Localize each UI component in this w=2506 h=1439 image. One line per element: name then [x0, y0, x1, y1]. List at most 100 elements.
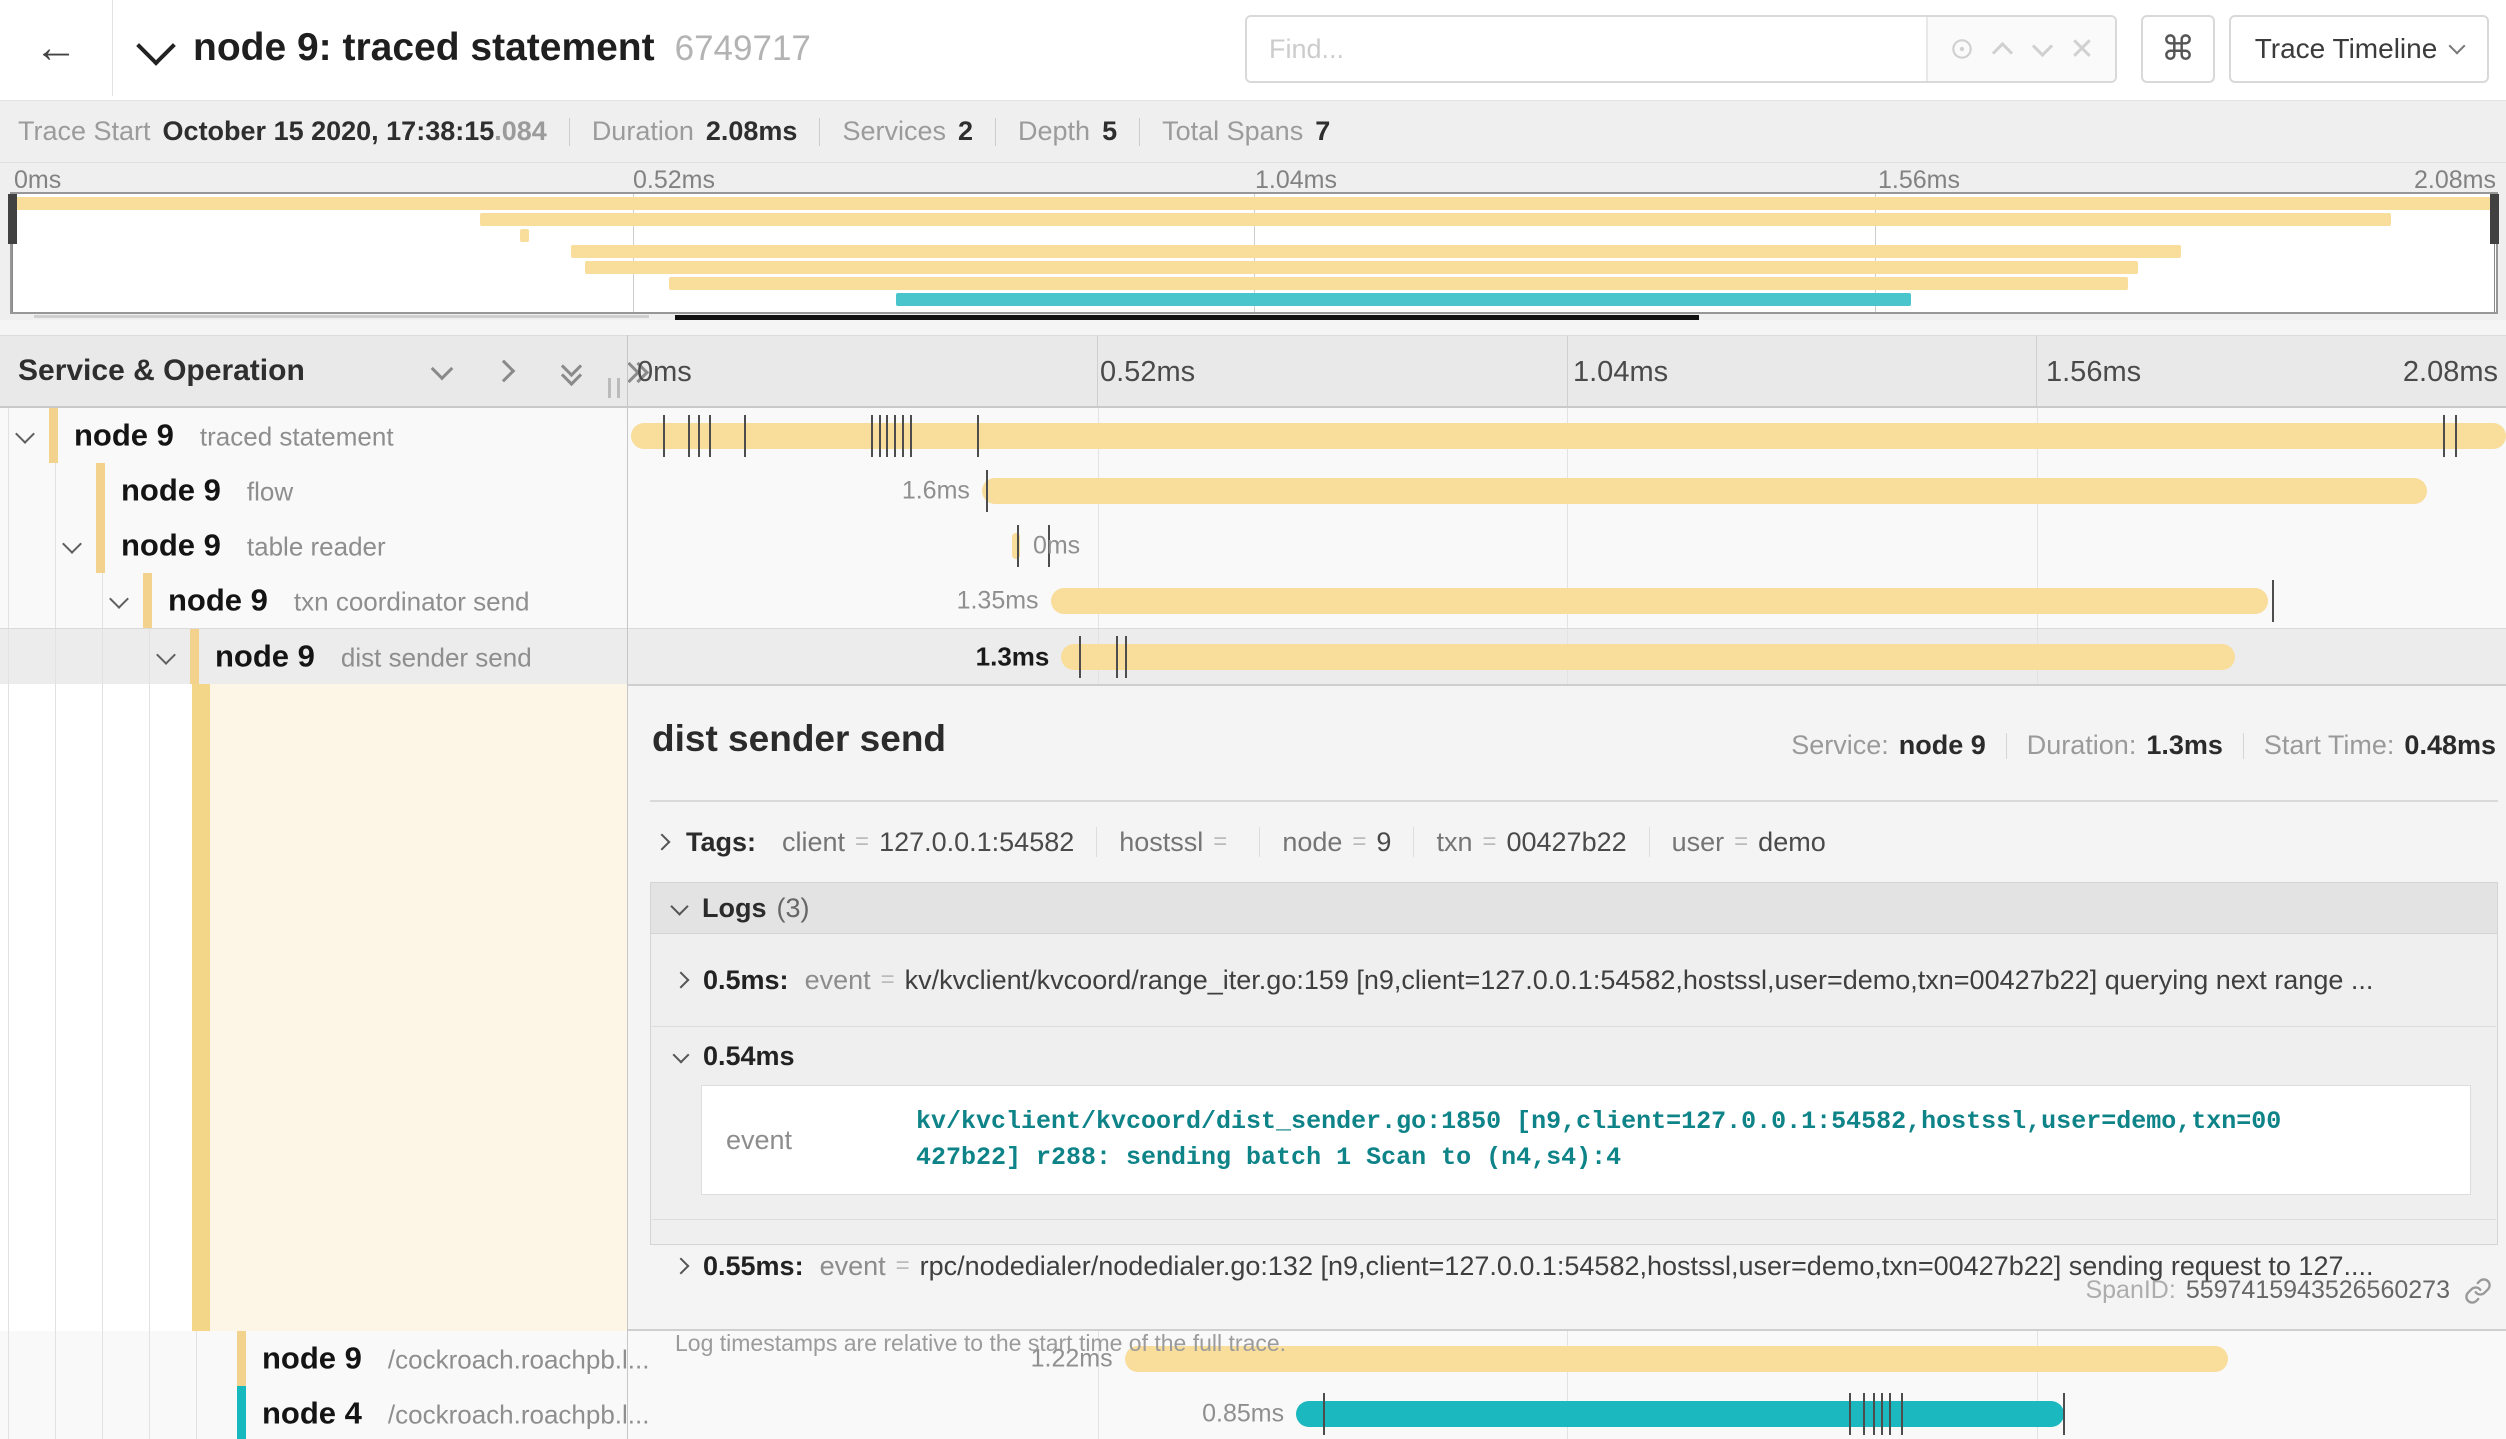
find-input[interactable] — [1247, 17, 1926, 81]
span-tree-cell[interactable]: node 9traced statement — [0, 408, 627, 463]
minimap-canvas[interactable] — [10, 192, 2498, 314]
span-tree-cell[interactable]: node 9table reader — [0, 518, 627, 573]
tag-item[interactable]: user=demo — [1672, 827, 1826, 858]
span-row[interactable]: node 9traced statement — [0, 408, 2506, 463]
span-tree-cell[interactable]: node 9/cockroach.roachpb.l... — [0, 1331, 627, 1386]
target-icon[interactable] — [1942, 29, 1982, 69]
span-expander-icon[interactable] — [62, 534, 82, 554]
trace-start-label: Trace Start — [18, 116, 151, 147]
span-timeline-cell[interactable]: 1.3ms — [628, 629, 2506, 685]
log-entry-row[interactable]: 0.54ms — [651, 1027, 2497, 1085]
log-timestamp: 0.55ms: — [703, 1251, 804, 1282]
span-log-tick — [1116, 636, 1118, 678]
log-expander-icon[interactable] — [673, 1258, 690, 1275]
minimap-scrubber-right[interactable] — [2494, 194, 2495, 312]
indent-guide — [55, 1331, 56, 1386]
tag-item[interactable]: node=9 — [1282, 827, 1391, 858]
tags-row[interactable]: Tags: client=127.0.0.1:54582hostssl=node… — [652, 818, 2496, 866]
minimap-span-bar — [585, 261, 2138, 274]
minimap-axis-tick: 1.04ms — [1255, 166, 1337, 195]
log-entry-expanded: 0.54mseventkv/kvclient/kvcoord/dist_send… — [651, 1027, 2497, 1195]
tag-item[interactable]: client=127.0.0.1:54582 — [782, 827, 1074, 858]
minimap-axis-tick: 2.08ms — [2414, 166, 2496, 195]
log-expander-icon[interactable] — [673, 1047, 690, 1064]
span-tree-cell[interactable]: node 9flow — [0, 463, 627, 518]
span-log-tick — [977, 415, 979, 457]
view-dropdown-button[interactable]: Trace Timeline — [2229, 15, 2489, 83]
span-row[interactable]: node 4/cockroach.roachpb.l... 0.85ms — [0, 1386, 2506, 1439]
back-button[interactable]: ← — [0, 0, 113, 96]
tag-item[interactable]: hostssl= — [1119, 827, 1237, 858]
span-timeline-cell[interactable] — [628, 408, 2506, 463]
log-expander-icon[interactable] — [673, 972, 690, 989]
minimap-scrubber-left[interactable] — [12, 194, 13, 312]
next-result-icon[interactable] — [2022, 29, 2062, 69]
span-log-tick — [894, 415, 896, 457]
span-duration-bar[interactable] — [982, 478, 2427, 504]
tag-separator — [1096, 827, 1097, 857]
span-log-tick — [1323, 1393, 1325, 1435]
span-detail-panel: dist sender send Service:node 9 Duration… — [628, 684, 2506, 1331]
keyboard-shortcuts-button[interactable]: ⌘ — [2141, 15, 2215, 83]
panel-divider[interactable] — [627, 335, 628, 1439]
span-log-tick — [688, 415, 690, 457]
span-operation-name: txn coordinator send — [294, 586, 530, 616]
tag-equals: = — [1482, 828, 1496, 856]
indent-guide — [8, 518, 9, 573]
span-row[interactable]: node 9table reader 0ms — [0, 518, 2506, 573]
tags-expander-icon[interactable] — [654, 834, 671, 851]
span-expander-icon[interactable] — [109, 589, 129, 609]
indent-guide — [8, 684, 9, 1331]
clear-find-icon[interactable]: ✕ — [2062, 29, 2102, 69]
span-duration-bar[interactable] — [1051, 588, 2268, 614]
log-equals: = — [881, 966, 895, 994]
tag-equals: = — [1352, 828, 1366, 856]
log-field-name: event — [805, 965, 871, 996]
span-timeline-cell[interactable]: 0ms — [628, 518, 2506, 573]
indent-guide — [102, 1331, 103, 1386]
logs-header[interactable]: Logs (3) — [651, 883, 2497, 934]
indent-guide — [55, 1386, 56, 1439]
span-row[interactable]: node 9flow1.6ms — [0, 463, 2506, 518]
span-service-name: node 9table reader — [121, 527, 386, 563]
span-operation-name: table reader — [247, 531, 386, 561]
span-timeline-cell[interactable]: 1.6ms — [628, 463, 2506, 518]
collapse-one-icon[interactable] — [425, 354, 459, 388]
chevron-down-icon — [2449, 38, 2466, 55]
collapse-trace-chevron-icon[interactable] — [136, 26, 176, 66]
span-log-tick — [986, 470, 988, 512]
span-duration-bar[interactable] — [1061, 644, 2235, 670]
page-title: node 9: traced statement6749717 — [193, 26, 811, 70]
prev-result-icon[interactable] — [1982, 29, 2022, 69]
link-icon[interactable] — [2464, 1277, 2492, 1305]
span-duration-bar[interactable] — [631, 423, 2506, 449]
minimap-range-indicator-gray — [34, 315, 649, 318]
tag-item[interactable]: txn=00427b22 — [1436, 827, 1626, 858]
log-entry-row[interactable]: 0.5ms:event=kv/kvclient/kvcoord/range_it… — [651, 934, 2497, 1026]
panel-resize-grip[interactable] — [608, 378, 620, 398]
indent-guide — [55, 629, 56, 685]
collapse-all-icon[interactable] — [553, 354, 587, 388]
span-row[interactable]: node 9txn coordinator send1.35ms — [0, 573, 2506, 628]
span-expander-icon[interactable] — [15, 424, 35, 444]
span-row[interactable]: node 9dist sender send1.3ms — [0, 628, 2506, 686]
span-timeline-cell[interactable]: 1.35ms — [628, 573, 2506, 628]
indent-guide — [149, 1386, 150, 1439]
span-tree-cell[interactable]: node 4/cockroach.roachpb.l... — [0, 1386, 627, 1439]
trace-id: 6749717 — [675, 29, 811, 68]
span-timeline-cell[interactable]: 0.85ms — [628, 1386, 2506, 1439]
selected-span-gutter — [192, 684, 627, 1331]
span-tree-cell[interactable]: node 9dist sender send — [0, 629, 627, 685]
expand-one-icon[interactable] — [489, 354, 523, 388]
span-color-bar — [237, 1331, 246, 1386]
span-log-tick — [1017, 525, 1019, 567]
indent-guide — [102, 573, 103, 628]
span-duration-text: 0ms — [1033, 531, 1080, 560]
timeline-gridline — [1098, 518, 1099, 573]
span-service-name: node 9/cockroach.roachpb.l... — [262, 1340, 649, 1376]
span-duration-bar[interactable] — [1296, 1401, 2063, 1427]
indent-guide — [102, 629, 103, 685]
span-expander-icon[interactable] — [156, 645, 176, 665]
span-tree-cell[interactable]: node 9txn coordinator send — [0, 573, 627, 628]
span-duration-text: 0.85ms — [1202, 1399, 1284, 1428]
